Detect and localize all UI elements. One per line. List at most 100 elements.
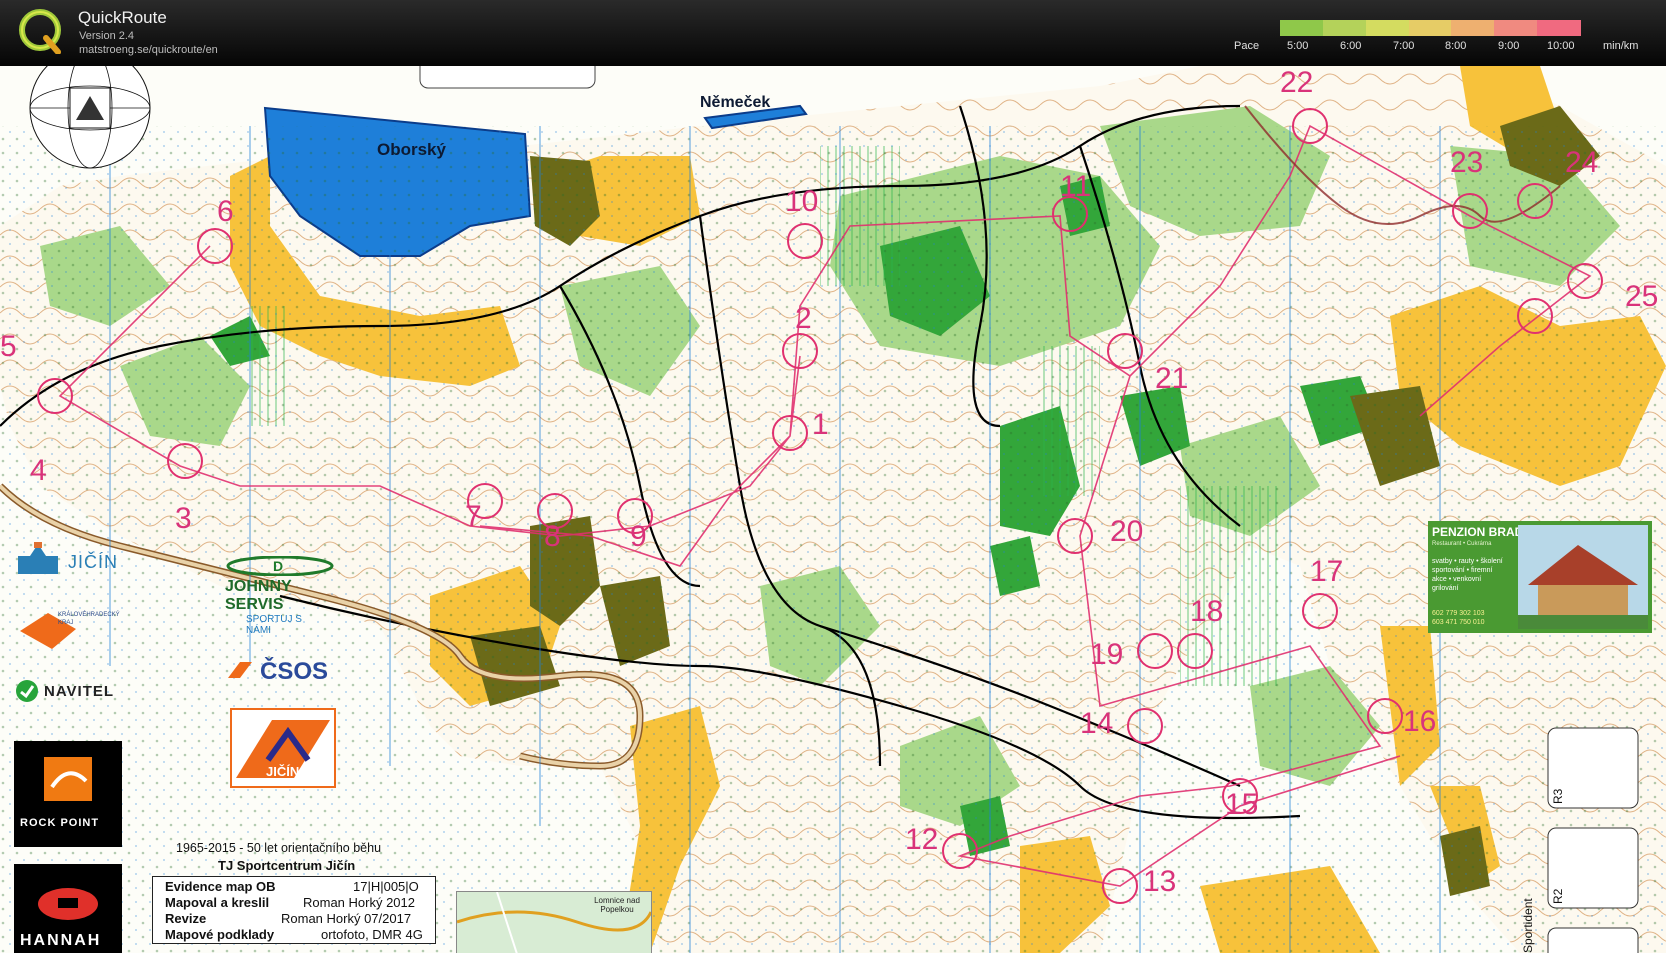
johnny-servis-logo: D JOHNNY SERVIS (225, 556, 335, 613)
info-label-evidence: Evidence map OB (165, 879, 276, 894)
info-label-podklady: Mapové podklady (165, 927, 275, 942)
control-number-14: 14 (1080, 707, 1113, 740)
navitel-logo: NAVITEL (14, 678, 134, 704)
pace-scale-segment (1280, 20, 1324, 36)
ad-line-4: grilování (1432, 585, 1459, 592)
inset-town: Lomnice nad Popelkou (594, 896, 640, 914)
info-value-podklady: ortofoto, DMR 4G (321, 927, 423, 942)
ad-line-2: sportování • firemní (1432, 567, 1493, 574)
control-number-3: 3 (175, 502, 192, 535)
rockpoint-name: ROCK POINT (20, 817, 100, 829)
app-url-link[interactable]: matstroeng.se/quickroute/en (79, 44, 218, 56)
side-box-r3: R3 (1551, 788, 1565, 804)
pace-scale-segment (1408, 20, 1453, 36)
control-number-8: 8 (544, 520, 561, 553)
pace-scale-segment (1322, 20, 1367, 36)
club-name: TJ Sportcentrum Jičín (218, 858, 356, 873)
ad-phones: 602 779 302 103 603 471 750 010 (1432, 609, 1485, 627)
rockpoint-icon (44, 757, 92, 801)
side-box-r2: R2 (1551, 888, 1565, 904)
johnny-icon: D (226, 556, 334, 576)
control-number-17: 17 (1310, 555, 1343, 588)
pace-tick-6: 10:00 (1547, 40, 1575, 52)
ad-phone-1: 602 779 302 103 (1432, 610, 1485, 617)
info-value-evidence: 17|H|005|O (353, 879, 419, 894)
pace-tick-2: 6:00 (1340, 40, 1362, 52)
pace-label: Pace (1234, 40, 1260, 52)
control-number-24: 24 (1565, 146, 1598, 179)
control-number-9: 9 (630, 520, 647, 553)
pace-tick-1: 5:00 (1287, 40, 1309, 52)
control-number-4: 4 (30, 454, 47, 487)
jicin-city-logo: JIČÍN (16, 542, 126, 582)
pace-tick-4: 8:00 (1445, 40, 1467, 52)
csos-name: ČSOS (260, 658, 329, 685)
city-crest-icon (18, 542, 58, 574)
pace-scale-segment (1451, 20, 1496, 36)
navitel-icon (16, 680, 38, 702)
control-number-23: 23 (1450, 146, 1483, 179)
ad-line-1: svatby • rauty • školení (1432, 558, 1503, 565)
control-number-7: 7 (465, 500, 482, 533)
quickroute-logo-icon (19, 9, 61, 54)
club-badge: JIČÍN (230, 708, 336, 788)
johnny-name: JOHNNY SERVIS (225, 578, 292, 613)
region-logo: KRÁLOVÉHRADECKÝ KRAJ (18, 611, 158, 659)
pace-scale-segment (1494, 20, 1539, 36)
csos-icon (228, 662, 252, 678)
control-number-20: 20 (1110, 515, 1143, 548)
penzion-brada-ad: PENZION BRADA Restaurant • Cukrárna svat… (1428, 521, 1652, 633)
hannah-logo: HANNAH (14, 864, 122, 953)
control-number-13: 13 (1143, 865, 1176, 898)
info-label-revize: Revize (165, 911, 207, 926)
header-bar: QuickRoute Version 2.4 matstroeng.se/qui… (0, 0, 1666, 66)
ad-house-photo (1518, 525, 1648, 629)
ad-lines: svatby • rauty • školení sportování • fi… (1432, 557, 1503, 593)
club-badge-name: JIČÍN (266, 764, 300, 779)
ad-phone-2: 603 471 750 010 (1432, 619, 1485, 626)
orienteering-map[interactable]: 1 2 3 4 5 6 7 8 9 10 11 12 13 14 15 16 1… (0, 66, 1666, 953)
hannah-name: HANNAH (20, 932, 102, 949)
control-number-16: 16 (1403, 705, 1436, 738)
pace-unit: min/km (1603, 40, 1639, 52)
quickroute-window: QuickRoute Version 2.4 matstroeng.se/qui… (0, 0, 1666, 953)
pace-scale-segment (1537, 20, 1581, 36)
control-number-10: 10 (785, 185, 818, 218)
ad-line-3: akce • venkovní (1432, 576, 1482, 583)
control-number-15: 15 (1225, 788, 1258, 821)
rockpoint-logo: ROCK POINT (14, 741, 122, 847)
control-number-21: 21 (1155, 362, 1188, 395)
map-canvas[interactable]: 1 2 3 4 5 6 7 8 9 10 11 12 13 14 15 16 1… (0, 66, 1666, 953)
pond-label: Němeček (700, 94, 770, 111)
pace-scale-segment (1365, 20, 1410, 36)
control-number-2: 2 (795, 302, 812, 335)
pace-tick-5: 9:00 (1498, 40, 1520, 52)
pace-color-scale (1280, 20, 1581, 36)
hannah-icon (38, 888, 98, 920)
sportuj-name: SPORTUJ S NÁMI (246, 614, 302, 636)
city-name: JIČÍN (68, 552, 118, 572)
control-number-19: 19 (1090, 638, 1123, 671)
control-number-25: 25 (1625, 280, 1658, 313)
control-number-5: 5 (0, 330, 17, 363)
ad-subtitle: Restaurant • Cukrárna (1432, 541, 1492, 547)
sportuj-logo: SPORTUJ S NÁMI (228, 614, 338, 640)
info-label-mapoval: Mapoval a kreslil (165, 895, 270, 910)
svg-text:D: D (273, 558, 283, 574)
control-number-22: 22 (1280, 66, 1313, 99)
app-version: Version 2.4 (79, 30, 135, 42)
region-name: KRÁLOVÉHRADECKÝ KRAJ (58, 612, 120, 626)
navitel-name: NAVITEL (44, 683, 115, 700)
anniversary-text: 1965-2015 - 50 let orientačního běhu (176, 841, 382, 855)
info-value-revize: Roman Horký 07/2017 (281, 911, 412, 926)
inset-overview-map: Lomnice nad Popelkou (456, 891, 652, 953)
lake-label: Oborský (377, 140, 447, 159)
control-number-6: 6 (217, 195, 234, 228)
control-number-1: 1 (812, 408, 829, 441)
control-number-11: 11 (1060, 170, 1091, 203)
control-number-18: 18 (1190, 595, 1223, 628)
ad-title: PENZION BRADA (1432, 525, 1533, 539)
title-box (419, 66, 596, 89)
app-title: QuickRoute (78, 8, 167, 27)
csos-logo: ČSOS (226, 658, 336, 688)
